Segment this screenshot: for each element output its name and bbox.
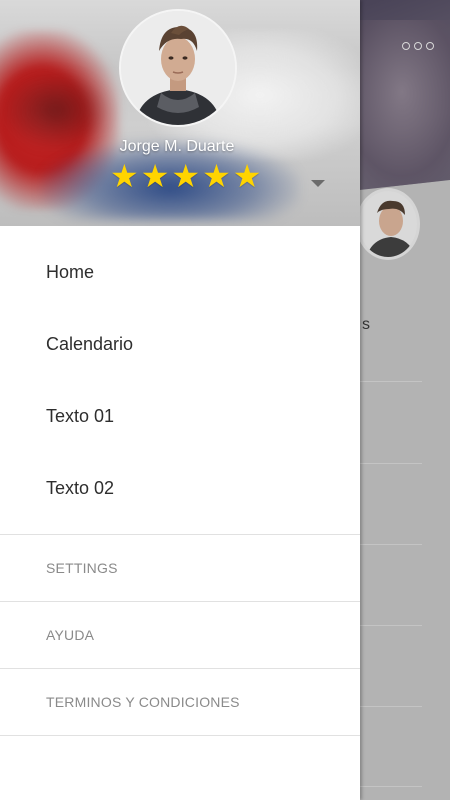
- background-avatar[interactable]: [356, 188, 420, 260]
- star-icon: ★: [140, 158, 170, 194]
- drawer-nav-main: Home Calendario Texto 01 Texto 02: [0, 226, 360, 524]
- account-dropdown-icon[interactable]: [311, 180, 325, 187]
- star-icon: ★: [232, 158, 262, 194]
- nav-item-ayuda[interactable]: AYUDA: [0, 602, 360, 669]
- background-divider: [360, 625, 422, 626]
- more-options-icon[interactable]: [402, 42, 434, 50]
- profile-avatar[interactable]: [119, 9, 237, 127]
- nav-item-home[interactable]: Home: [0, 236, 360, 308]
- star-icon: ★: [171, 158, 201, 194]
- background-divider: [360, 786, 422, 787]
- profile-rating: ★ ★ ★ ★ ★: [110, 160, 261, 192]
- background-divider: [360, 463, 422, 464]
- nav-item-terminos[interactable]: TERMINOS Y CONDICIONES: [0, 669, 360, 736]
- star-icon: ★: [110, 158, 139, 194]
- star-icon: ★: [202, 158, 231, 194]
- drawer-header: Jorge M. Duarte ★ ★ ★ ★ ★: [0, 0, 360, 226]
- nav-item-calendario[interactable]: Calendario: [0, 308, 360, 380]
- nav-item-texto-02[interactable]: Texto 02: [0, 452, 360, 524]
- user-photo-icon: [121, 11, 235, 125]
- background-divider: [360, 381, 422, 382]
- nav-item-settings[interactable]: SETTINGS: [0, 535, 360, 602]
- background-partial-text: s: [362, 316, 370, 333]
- profile-name: Jorge M. Duarte: [119, 138, 235, 155]
- background-divider: [360, 706, 422, 707]
- navigation-drawer: Jorge M. Duarte ★ ★ ★ ★ ★ Home Calendario Te…: [0, 0, 360, 800]
- user-photo-icon: [359, 191, 417, 257]
- background-divider: [360, 544, 422, 545]
- drawer-nav-secondary: SETTINGS AYUDA TERMINOS Y CONDICIONES: [0, 535, 360, 736]
- nav-item-texto-01[interactable]: Texto 01: [0, 380, 360, 452]
